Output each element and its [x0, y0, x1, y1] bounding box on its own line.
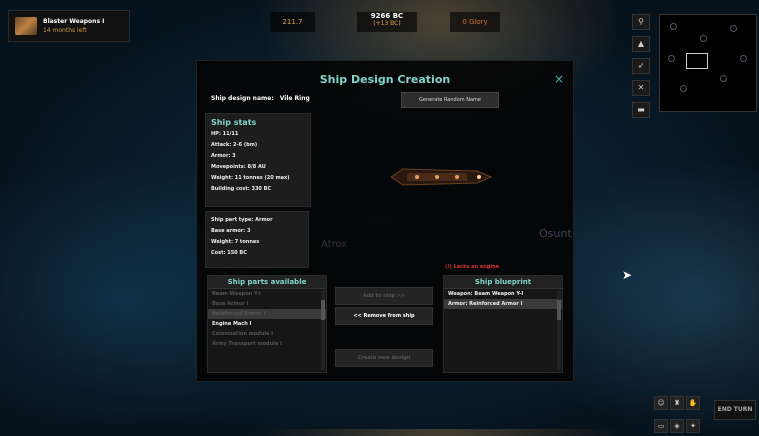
generate-name-button[interactable]: Generate Random Name [401, 92, 499, 108]
scrollbar[interactable] [321, 290, 325, 370]
remove-from-ship-button[interactable]: << Remove from ship [335, 307, 433, 325]
handshake-icon[interactable]: ✋ [686, 396, 700, 410]
design-name-field[interactable]: Vile Ring [280, 95, 310, 102]
close-icon[interactable]: × [551, 71, 567, 87]
people-icon[interactable]: ☺ [654, 396, 668, 410]
robot-icon[interactable]: ♜ [670, 396, 684, 410]
research-card[interactable]: Blaster Weapons I 14 months left [8, 10, 130, 42]
right-toolbar: ⚲ ▲ ➶ ✕ ▬ [632, 14, 650, 124]
fleet-icon[interactable]: ➶ [632, 58, 650, 74]
stat-hp: HP: 11/11 [211, 131, 239, 137]
ship-stats-panel: Ship stats HP: 11/11 Attack: 2-6 (bm) Ar… [205, 113, 311, 207]
scrollbar[interactable] [557, 290, 561, 370]
ship-stats-header: Ship stats [211, 118, 257, 127]
dialog-title: Ship Design Creation [319, 73, 451, 86]
tech-icon[interactable]: ✦ [686, 419, 700, 433]
add-to-ship-button[interactable]: Add to ship >> [335, 287, 433, 305]
parts-available-list: Ship parts available Beam Weapon Y-I Bas… [207, 275, 327, 373]
minimap-star [720, 75, 727, 82]
ship-blueprint-header: Ship blueprint [444, 276, 562, 289]
list-item[interactable]: Engine Mach I [208, 319, 326, 329]
research-title: Blaster Weapons I [43, 18, 105, 25]
minimap-star [730, 25, 737, 32]
star-label-osunt: Osunt [539, 227, 572, 240]
monitor-icon[interactable]: ▭ [654, 419, 668, 433]
production-value: 211.7 [270, 12, 315, 32]
engine-warning: (!) Lacks an engine [445, 264, 500, 270]
list-item[interactable]: Beam Weapon Y-I [208, 289, 326, 299]
scrollbar-thumb[interactable] [557, 300, 561, 320]
mouse-cursor-icon: ➤ [622, 268, 633, 282]
part-cost: Cost: 150 BC [211, 250, 247, 256]
minimap-star [740, 55, 747, 62]
part-armor: Base armor: 3 [211, 228, 251, 234]
list-item[interactable]: Colonization module I [208, 329, 326, 339]
stat-movepoints: Movepoints: 8/8 AU [211, 164, 266, 170]
create-design-button[interactable]: Create new design [335, 349, 433, 367]
research-thumbnail [15, 17, 37, 35]
minimap-star [668, 55, 675, 62]
research-eta: 14 months left [43, 27, 87, 34]
stat-attack: Attack: 2-6 (bm) [211, 142, 258, 148]
part-info-panel: Ship part type: Armor Base armor: 3 Weig… [205, 211, 309, 268]
minimap-star [700, 35, 707, 42]
minimap[interactable] [659, 14, 757, 112]
design-name-row: Ship design name: Vile Ring [211, 95, 310, 102]
minimap-viewport[interactable] [686, 53, 708, 69]
ship-blueprint-list: Ship blueprint Weapon: Beam Weapon Y-I A… [443, 275, 563, 373]
attack-icon[interactable]: ✕ [632, 80, 650, 96]
shield-icon[interactable]: ◈ [670, 419, 684, 433]
ship-design-dialog: Ship Design Creation × Ship design name:… [196, 60, 574, 382]
stat-weight: Weight: 11 tonnes (20 max) [211, 175, 290, 181]
list-item[interactable]: Weapon: Beam Weapon Y-I [444, 289, 562, 299]
list-item[interactable]: Reinforced Armor I [208, 309, 326, 319]
search-icon[interactable]: ⚲ [632, 14, 650, 30]
end-turn-button[interactable]: END TURN [714, 400, 756, 420]
minimap-star [670, 23, 677, 30]
star-label-atrox: Atrox [321, 239, 348, 250]
list-item[interactable]: Base Armor I [208, 299, 326, 309]
stat-cost: Building cost: 330 BC [211, 186, 272, 192]
bc-resource: 9266 BC (+13 BC) [357, 12, 417, 32]
bc-value: 9266 BC [370, 12, 404, 20]
part-weight: Weight: 7 tonnes [211, 239, 260, 245]
list-item[interactable]: Armor: Reinforced Armor I [444, 299, 562, 309]
minimap-star [680, 85, 687, 92]
ship-preview [390, 168, 493, 186]
bc-delta: (+13 BC) [373, 20, 401, 27]
scrollbar-thumb[interactable] [321, 300, 325, 320]
stat-armor: Armor: 3 [211, 153, 236, 159]
design-name-label: Ship design name: [211, 95, 274, 102]
design-icon[interactable]: ▬ [632, 102, 650, 118]
glory-value: 0 Glory [450, 12, 500, 32]
parts-available-header: Ship parts available [208, 276, 326, 289]
list-item[interactable]: Army Transport module I [208, 339, 326, 349]
bottom-right-toolbar: ☺ ♜ ✋ ▭ ◈ ✦ [654, 390, 710, 436]
part-type: Ship part type: Armor [211, 217, 273, 223]
ship-icon[interactable]: ▲ [632, 36, 650, 52]
